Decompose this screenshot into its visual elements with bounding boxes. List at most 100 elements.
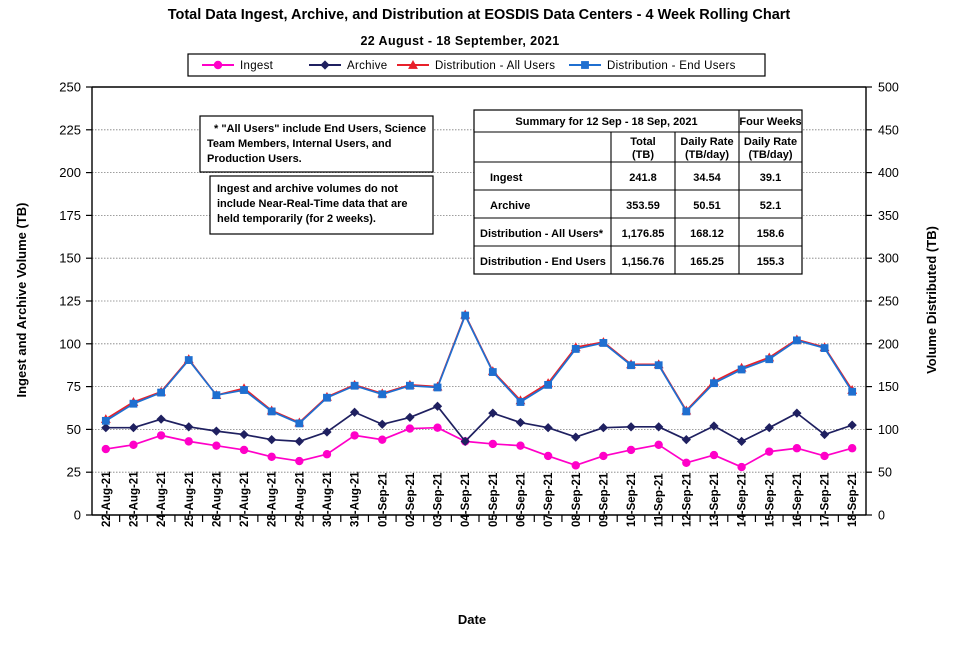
data-point-marker [654,440,663,450]
y-axis-right-tick-label: 200 [878,337,899,351]
summary-table-col-header-line2: (TB/day) [685,149,729,161]
x-axis-tick-label: 18-Sep-21 [847,472,859,527]
summary-table-cell: 353.59 [626,200,660,212]
x-axis-tick-label: 14-Sep-21 [737,472,749,527]
data-point-marker [129,440,138,450]
data-point-marker [543,451,553,461]
data-point-marker [765,447,774,456]
legend-label: Distribution - All Users [435,60,555,72]
x-axis-tick-label: 27-Aug-21 [239,471,251,527]
data-point-marker [820,451,829,461]
summary-table-col-header-line1: Daily Rate [680,136,733,148]
data-point-marker [820,344,829,352]
data-point-marker [433,423,442,432]
data-point-marker [239,445,249,455]
annotation-nrt-note: Ingest and archive volumes do not include… [209,175,434,235]
summary-table-col-header-line2: (TB/day) [749,149,793,161]
summary-table-col-header-line2: (TB) [632,149,654,161]
annotation-line: Team Members, Internal Users, and [207,138,391,150]
y-axis-left-tick-label: 25 [67,465,81,480]
legend-label: Distribution - End Users [607,60,736,72]
summary-table-cell: 52.1 [760,200,781,212]
summary-table-col-header-line1: Daily Rate [744,136,797,148]
data-point-marker [709,450,719,460]
data-point-marker [544,380,553,389]
data-point-marker [101,416,110,425]
summary-table-cell: 158.6 [757,228,785,240]
summary-table-row-label: Archive [490,200,530,212]
legend-label: Ingest [240,60,274,72]
x-axis-tick-label: 28-Aug-21 [267,471,279,527]
x-axis-tick-label: 31-Aug-21 [350,471,362,527]
summary-table-row-label: Ingest [490,172,523,184]
data-point-marker [571,461,580,470]
x-axis-tick-label: 26-Aug-21 [211,471,223,527]
background [0,0,955,649]
y-axis-right-tick-label: 400 [878,166,899,180]
data-point-marker [792,336,801,345]
annotation-line: Ingest and archive volumes do not [217,183,398,195]
x-axis-tick-label: 10-Sep-21 [626,472,638,527]
summary-table-cell: 241.8 [629,172,657,184]
summary-table-group-header: Four Weeks [739,116,801,128]
data-point-marker [626,445,636,455]
data-point-marker [295,456,304,466]
summary-table-cell: 34.54 [693,172,721,184]
x-axis-tick-label: 29-Aug-21 [294,471,306,527]
data-point-marker [184,356,193,364]
summary-table: Summary for 12 Sep - 18 Sep, 2021 Four We… [473,109,803,275]
data-point-marker [847,444,857,453]
y-axis-left-tick-label: 75 [67,379,81,394]
x-axis-tick-label: 30-Aug-21 [322,471,334,527]
data-point-marker [516,441,525,450]
summary-table-cell: 168.12 [690,228,724,240]
data-point-marker [627,361,635,370]
data-point-marker [682,458,691,467]
data-point-marker [792,444,802,453]
data-point-marker [212,391,221,400]
x-axis-tick-label: 23-Aug-21 [128,471,140,527]
y-axis-left-tick-label: 125 [59,294,81,309]
x-axis-tick-label: 22-Aug-21 [101,471,113,527]
y-axis-right-tick-label: 50 [878,466,892,480]
x-axis-tick-label: 12-Sep-21 [681,472,693,527]
summary-table-col-header-line1: Total [630,136,655,148]
y-axis-right-tick-label: 350 [878,209,899,223]
y-axis-left-tick-label: 175 [59,208,81,223]
y-axis-left-tick-label: 0 [74,508,81,523]
data-point-marker [571,345,580,353]
data-point-marker [405,381,414,390]
data-point-marker [581,61,589,69]
data-point-marker [213,60,223,70]
y-axis-left-tick-label: 225 [59,122,81,137]
data-point-marker [737,462,746,472]
summary-table-cell: 1,156.76 [622,256,665,268]
data-point-marker [267,407,276,416]
x-axis-tick-label: 24-Aug-21 [156,471,168,527]
y-axis-right-tick-label: 100 [878,423,899,437]
summary-table-cell: 50.51 [693,200,721,212]
y-axis-right-label: Volume Distributed (TB) [924,226,939,374]
data-point-marker [267,452,276,461]
x-axis-tick-label: 07-Sep-21 [543,472,555,527]
summary-table-cell: 39.1 [760,172,781,184]
y-axis-right-tick-label: 450 [878,123,899,137]
summary-table-row-label: Distribution - All Users* [480,228,604,240]
chart-title: Total Data Ingest, Archive, and Distribu… [168,7,791,23]
annotation-line: include Near-Real-Time data that are [217,198,408,210]
y-axis-left-tick-label: 50 [67,422,81,437]
y-axis-left-label: Ingest and Archive Volume (TB) [14,202,29,397]
data-point-marker [378,390,387,399]
chart-legend: Ingest Archive Distribution - All Users Dis… [187,53,766,77]
data-point-marker [156,431,166,440]
annotation-line: held temporarily (for 2 weeks). [217,213,376,225]
y-axis-left-tick-label: 100 [59,336,81,351]
data-point-marker [322,450,332,459]
data-point-marker [433,383,442,392]
x-axis-tick-label: 01-Sep-21 [377,472,389,527]
x-axis-tick-label: 17-Sep-21 [820,472,832,527]
data-point-marker [350,431,359,440]
data-point-marker [461,311,470,320]
data-point-marker [599,339,608,347]
x-axis-tick-label: 06-Sep-21 [515,472,527,527]
